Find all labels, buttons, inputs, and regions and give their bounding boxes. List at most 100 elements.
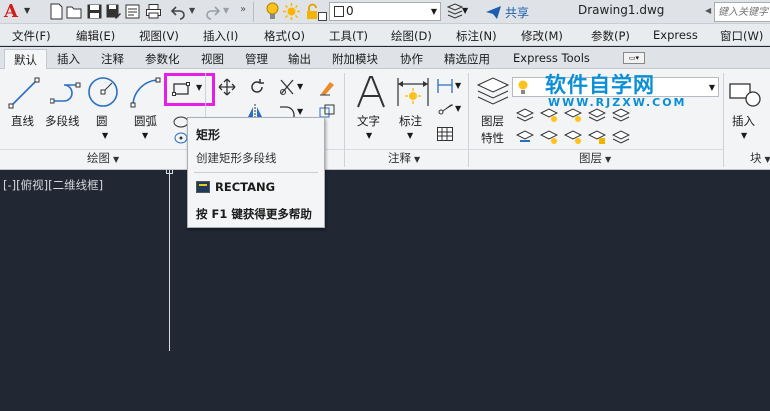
menu-file[interactable]: 文件(F): [12, 28, 51, 44]
annotation-panel-title[interactable]: 注释 ▼: [388, 150, 420, 168]
leader-icon[interactable]: [436, 101, 454, 119]
dimension-icon[interactable]: [396, 76, 430, 108]
menu-express[interactable]: Express: [653, 28, 698, 42]
search-input[interactable]: [715, 3, 769, 21]
layer-off-icon[interactable]: [564, 105, 582, 123]
menu-tools[interactable]: 工具(T): [329, 28, 368, 44]
layer-isolate-icon[interactable]: [588, 105, 606, 123]
menu-edit[interactable]: 编辑(E): [76, 28, 115, 44]
layer-walk-icon[interactable]: [564, 127, 582, 145]
menu-dimension[interactable]: 标注(N): [456, 28, 497, 44]
layer-match-icon[interactable]: [540, 105, 558, 123]
search-box[interactable]: [714, 2, 770, 22]
layers-panel-title[interactable]: 图层 ▼: [579, 150, 611, 168]
fillet-caret-icon[interactable]: ▼: [297, 107, 303, 116]
redo-icon[interactable]: [204, 3, 221, 20]
arc-icon[interactable]: [130, 77, 162, 109]
undo-icon[interactable]: [170, 3, 187, 20]
layer-copy-icon[interactable]: [540, 127, 558, 145]
open-icon[interactable]: [66, 3, 83, 20]
text-caret-icon[interactable]: ▼: [366, 131, 372, 140]
viewport-controls[interactable]: [-][俯视][二维线框]: [3, 177, 103, 193]
menu-view[interactable]: 视图(V): [139, 28, 179, 44]
insert-caret-icon[interactable]: ▼: [741, 131, 747, 140]
layer-current-icon[interactable]: [516, 127, 534, 145]
menu-modify[interactable]: 修改(M): [521, 28, 563, 44]
tab-default[interactable]: 默认: [4, 49, 47, 70]
tab-collaborate[interactable]: 协作: [400, 51, 423, 67]
sun-icon[interactable]: [283, 3, 300, 20]
color-square-icon[interactable]: [318, 12, 327, 21]
layer-properties-label-1[interactable]: 图层: [481, 113, 504, 129]
arc-caret-icon[interactable]: ▼: [142, 131, 148, 140]
menu-format[interactable]: 格式(O): [264, 28, 305, 44]
tab-annotate[interactable]: 注释: [101, 51, 124, 67]
menu-window[interactable]: 窗口(W): [720, 28, 763, 44]
block-panel-title[interactable]: 块 ▼: [750, 150, 770, 168]
chevron-down-icon: ▼: [113, 155, 120, 164]
text-label[interactable]: 文字: [357, 113, 380, 129]
tab-insert[interactable]: 插入: [57, 51, 80, 67]
print-icon[interactable]: [145, 3, 162, 20]
trim-caret-icon[interactable]: ▼: [297, 82, 303, 91]
toolbar-overflow-icon[interactable]: »: [240, 4, 246, 15]
send-icon: [486, 5, 501, 19]
menu-parametric[interactable]: 参数(P): [591, 28, 630, 44]
insert-label[interactable]: 插入: [732, 113, 755, 129]
menu-insert[interactable]: 插入(I): [203, 28, 238, 44]
circle-label[interactable]: 圆: [96, 113, 108, 129]
layer-properties-icon[interactable]: [446, 3, 463, 20]
save-as-icon[interactable]: [105, 3, 122, 20]
redo-dropdown-icon[interactable]: ▼: [223, 6, 229, 15]
insert-block-icon[interactable]: [729, 79, 761, 109]
arc-label[interactable]: 圆弧: [134, 113, 157, 129]
move-icon[interactable]: [218, 78, 236, 96]
web-icon[interactable]: [124, 3, 141, 20]
layer-select[interactable]: 0 ▼: [329, 2, 441, 21]
tab-parametric[interactable]: 参数化: [145, 51, 180, 67]
rotate-icon[interactable]: [248, 78, 266, 96]
layer-properties-caret-icon[interactable]: ▼: [462, 6, 468, 15]
layer-merge-icon[interactable]: [612, 127, 630, 145]
text-icon[interactable]: [355, 75, 387, 109]
tab-express-tools[interactable]: Express Tools: [513, 51, 590, 65]
autocad-logo-icon[interactable]: A: [4, 2, 24, 21]
draw-panel-title[interactable]: 绘图 ▼: [87, 150, 119, 168]
tab-manage[interactable]: 管理: [245, 51, 268, 67]
tab-featured[interactable]: 精选应用: [444, 51, 490, 67]
menu-draw[interactable]: 绘图(D): [391, 28, 432, 44]
new-icon[interactable]: [48, 3, 65, 20]
polyline-label[interactable]: 多段线: [45, 113, 80, 129]
layer-freeze-icon[interactable]: [612, 105, 630, 123]
toolbar-divider: [253, 2, 254, 22]
tab-output[interactable]: 输出: [288, 51, 311, 67]
dimension-label[interactable]: 标注: [399, 113, 422, 129]
layer-properties-label-2[interactable]: 特性: [481, 130, 504, 146]
app-menu-caret-icon[interactable]: ▼: [24, 6, 30, 15]
leader-caret-icon[interactable]: ▼: [455, 104, 461, 113]
circle-icon[interactable]: [86, 75, 120, 109]
tab-addins[interactable]: 附加模块: [332, 51, 378, 67]
command-line-icon: [196, 181, 210, 193]
undo-dropdown-icon[interactable]: ▼: [189, 6, 195, 15]
polyline-icon[interactable]: [50, 77, 82, 109]
line-icon[interactable]: [8, 77, 40, 109]
ribbon-toggle-icon[interactable]: ▭▾: [623, 52, 645, 64]
linear-caret-icon[interactable]: ▼: [455, 81, 461, 90]
trim-icon[interactable]: [278, 78, 296, 96]
layer-properties-icon[interactable]: [476, 75, 510, 109]
erase-icon[interactable]: [318, 78, 336, 96]
save-icon[interactable]: [86, 3, 103, 20]
table-icon[interactable]: [436, 125, 454, 143]
dimension-caret-icon[interactable]: ▼: [407, 131, 413, 140]
linear-dimension-icon[interactable]: [436, 77, 454, 95]
circle-caret-icon[interactable]: ▼: [102, 131, 108, 140]
layer-lock-icon[interactable]: [588, 127, 606, 145]
share-button[interactable]: 共享: [486, 3, 529, 21]
tab-view[interactable]: 视图: [201, 51, 224, 67]
lightbulb-icon[interactable]: [266, 2, 279, 21]
scroll-left-icon[interactable]: ◀: [705, 6, 711, 15]
crosshair-pickbox: [166, 170, 173, 174]
layer-tool-icon[interactable]: [516, 105, 534, 123]
line-label[interactable]: 直线: [11, 113, 34, 129]
